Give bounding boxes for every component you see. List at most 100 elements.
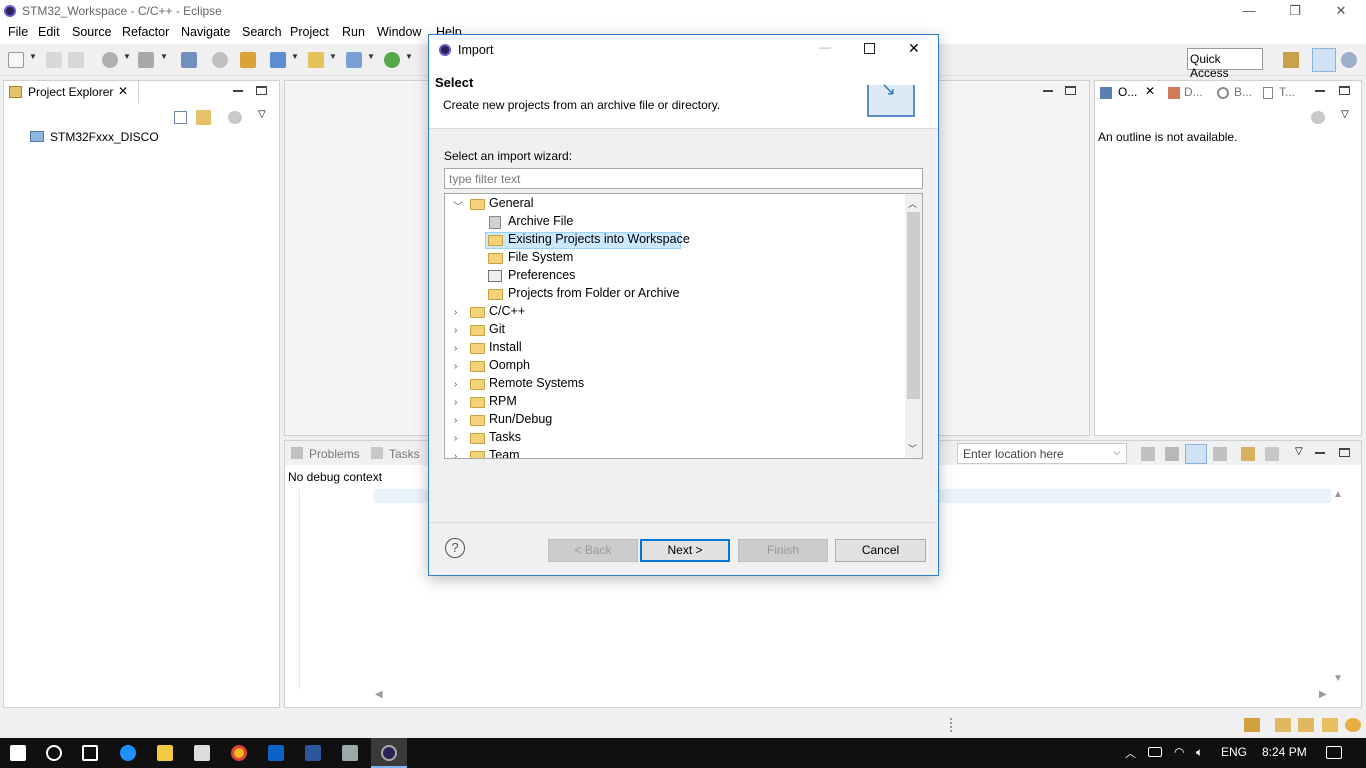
store-icon[interactable] [194,745,210,761]
menu-edit[interactable]: Edit [38,25,60,39]
tab-disassembly[interactable]: D... [1184,85,1203,99]
outline-minimize-icon[interactable] [1315,90,1325,92]
close-outline-tab-icon[interactable]: ✕ [1145,84,1155,98]
status-icon-2[interactable] [1275,718,1291,732]
chevron-right-icon[interactable]: › [454,451,457,458]
chevron-right-icon[interactable]: › [454,343,457,354]
menu-project[interactable]: Project [290,25,329,39]
cubemx-icon[interactable] [342,745,358,761]
debug-icon[interactable] [181,52,197,68]
run-dropdown-icon[interactable]: ▼ [405,52,413,61]
help-button[interactable]: ? [445,538,465,558]
menu-navigate[interactable]: Navigate [181,25,230,39]
link-editor-icon[interactable] [196,110,211,125]
editor-minimize-icon[interactable] [1043,90,1053,92]
edge-icon[interactable] [120,745,136,761]
debug-perspective-icon[interactable] [1341,52,1357,68]
cpp-perspective-icon[interactable] [1312,48,1336,72]
search-icon[interactable] [46,745,62,761]
bottom-minimize-icon[interactable] [1315,452,1325,454]
collapse-all-icon[interactable] [174,111,187,124]
tree-item-tasks[interactable]: Tasks [489,430,521,448]
chrome-icon[interactable] [231,745,247,761]
tree-item-file-system[interactable]: File System [508,250,573,268]
chevron-right-icon[interactable]: › [454,307,457,318]
notification-icon[interactable] [1326,746,1342,759]
scroll-up-icon[interactable]: ▲ [1333,489,1343,500]
save-icon[interactable] [46,52,62,68]
tree-scrollbar-thumb[interactable] [907,212,920,399]
back-button[interactable]: < Back [548,539,638,562]
tab-outline[interactable]: O... [1118,85,1137,99]
new-dropdown-icon[interactable]: ▼ [29,52,37,61]
run-icon[interactable] [384,52,400,68]
chevron-down-icon[interactable]: ﹀ [453,198,463,213]
new-folder-icon[interactable] [308,52,324,68]
location-field[interactable]: Enter location here [957,443,1127,464]
open-perspective-icon[interactable] [1283,52,1299,68]
status-icon-3[interactable] [1298,718,1314,732]
menu-refactor[interactable]: Refactor [122,25,169,39]
pin-icon[interactable] [1265,447,1279,461]
status-icon-5[interactable] [1345,718,1361,732]
word-icon[interactable] [305,745,321,761]
windows-start-icon[interactable] [10,745,26,761]
close-window-button[interactable]: ✕ [1318,0,1364,22]
new-icon[interactable] [8,52,24,68]
file-explorer-icon[interactable] [157,745,173,761]
new-folder-dropdown-icon[interactable]: ▼ [329,52,337,61]
tree-item-cpp[interactable]: C/C++ [489,304,525,322]
menu-window[interactable]: Window [377,25,421,39]
finish-button[interactable]: Finish [738,539,828,562]
new-view-icon[interactable] [1241,447,1255,461]
cancel-button[interactable]: Cancel [835,539,926,562]
chevron-right-icon[interactable]: › [454,397,457,408]
refresh-icon[interactable] [212,52,228,68]
clock[interactable]: 8:24 PM [1262,745,1307,759]
close-tab-icon[interactable]: ✕ [118,84,128,98]
open-type-icon[interactable] [240,52,256,68]
tree-item-run-debug[interactable]: Run/Debug [489,412,552,430]
language-indicator[interactable]: ENG [1221,745,1247,759]
link-with-debug-icon[interactable] [1185,444,1207,464]
bottom-maximize-icon[interactable] [1339,448,1350,457]
maximize-panel-icon[interactable] [256,86,267,95]
outline-maximize-icon[interactable] [1339,86,1350,95]
new-class-dropdown-icon[interactable]: ▼ [367,52,375,61]
chevron-right-icon[interactable]: › [454,433,457,444]
tree-item-remote-systems[interactable]: Remote Systems [489,376,584,394]
dialog-maximize-button[interactable] [864,43,875,54]
new-class-icon[interactable] [346,52,362,68]
status-icon-4[interactable] [1322,718,1338,732]
build-icon[interactable] [138,52,154,68]
outlook-icon[interactable] [268,745,284,761]
restore-window-button[interactable]: ❐ [1272,0,1318,22]
chevron-right-icon[interactable]: › [454,415,457,426]
refresh-view-icon[interactable] [1213,447,1227,461]
scroll-down-arrow-icon[interactable]: ﹀ [908,442,917,455]
tree-item-team[interactable]: Team [489,448,520,458]
minimize-panel-icon[interactable] [233,90,243,92]
quick-access-field[interactable]: Quick Access [1187,48,1263,80]
bottom-view-menu-icon[interactable]: ▽ [1295,446,1303,457]
home-icon[interactable] [1165,447,1179,461]
tree-item-rpm[interactable]: RPM [489,394,517,412]
status-icon-1[interactable] [1244,718,1260,732]
menu-source[interactable]: Source [72,25,112,39]
tree-item-archive-file[interactable]: Archive File [508,214,573,232]
project-item-stm32[interactable]: STM32Fxxx_DISCO [50,130,159,144]
chevron-right-icon[interactable]: › [454,361,457,372]
tab-breakpoints[interactable]: B... [1234,85,1252,99]
scroll-up-arrow-icon[interactable]: ︿ [908,197,917,210]
eclipse-taskbar-button[interactable] [371,738,407,768]
tree-item-git[interactable]: Git [489,322,505,340]
project-explorer-tab[interactable]: Project Explorer ✕ [4,81,139,103]
wifi-icon[interactable]: ◠ [1174,745,1184,759]
build-config-dropdown-icon[interactable]: ▼ [123,52,131,61]
menu-file[interactable]: File [8,25,28,39]
tree-item-general[interactable]: General [489,196,533,214]
scroll-right-icon[interactable]: ▶ [1319,689,1327,700]
new-project-dropdown-icon[interactable]: ▼ [291,52,299,61]
minimize-window-button[interactable]: — [1226,0,1272,22]
outline-filter-icon[interactable] [1311,111,1325,124]
